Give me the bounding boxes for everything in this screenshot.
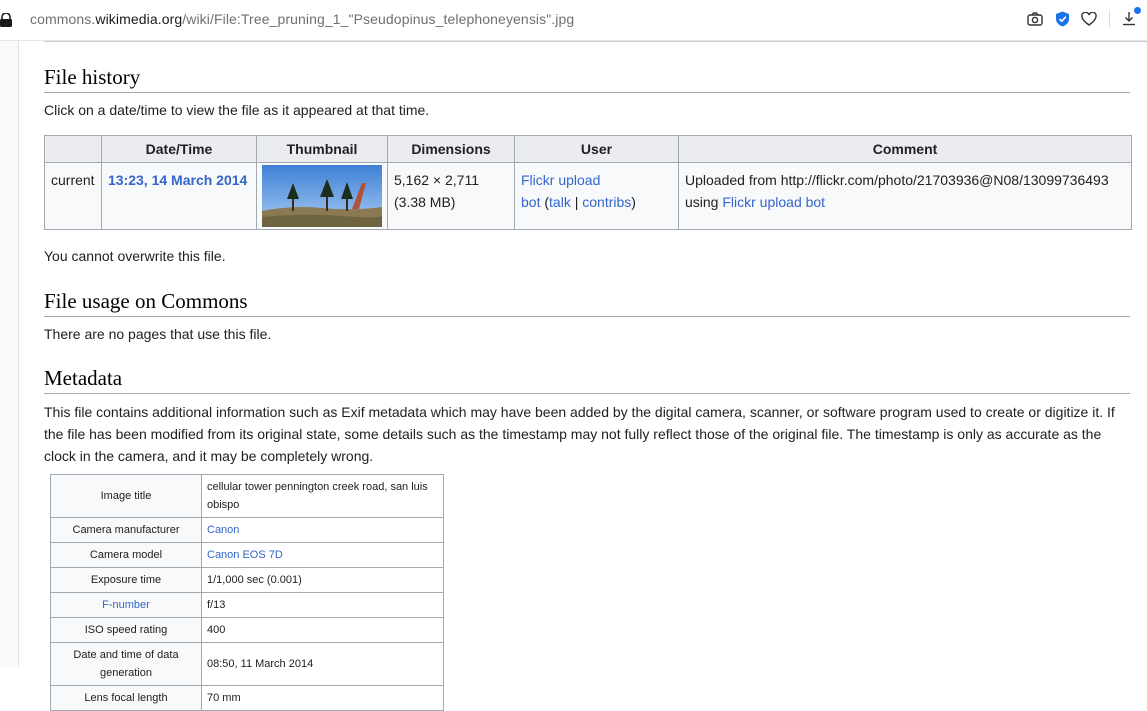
metadata-key: ISO speed rating <box>50 617 202 643</box>
file-history-heading: File history <box>44 65 1130 93</box>
col-header-status <box>44 135 102 163</box>
heart-icon[interactable] <box>1080 10 1098 28</box>
col-header-user: User <box>514 135 679 163</box>
filesize-value: (3.38 MB) <box>394 194 456 210</box>
dimensions-cell: 5,162 × 2,711 (3.38 MB) <box>387 162 515 230</box>
file-usage-text: There are no pages that use this file. <box>44 326 272 342</box>
metadata-value-link[interactable]: Canon <box>207 524 239 536</box>
metadata-value: f/13 <box>201 592 444 618</box>
col-header-dimensions: Dimensions <box>387 135 515 163</box>
datetime-cell: 13:23, 14 March 2014 <box>101 162 257 230</box>
metadata-value: Canon <box>201 517 444 543</box>
metadata-key: Lens focal length <box>50 685 202 711</box>
metadata-value: Canon EOS 7D <box>201 542 444 568</box>
table-row: current 13:23, 14 March 2014 5,162 × 2,7… <box>44 162 1132 230</box>
left-rail <box>0 41 19 667</box>
metadata-description: This file contains additional informatio… <box>44 404 1115 464</box>
metadata-key: Exposure time <box>50 567 202 593</box>
col-header-thumbnail: Thumbnail <box>256 135 388 163</box>
section-divider <box>44 41 1147 42</box>
comment-text: Uploaded from http://flickr.com/photo/21… <box>685 172 1109 188</box>
file-history-table: Date/Time Thumbnail Dimensions User Comm… <box>44 135 1132 230</box>
metadata-row: Camera model Canon EOS 7D <box>50 542 444 568</box>
metadata-key: F-number <box>50 592 202 618</box>
browser-address-bar[interactable]: commons.wikimedia.org/wiki/File:Tree_pru… <box>0 0 1147 41</box>
page-content: File history Click on a date/time to vie… <box>18 41 1147 711</box>
metadata-value: 1/1,000 sec (0.001) <box>201 567 444 593</box>
download-icon[interactable] <box>1121 7 1141 28</box>
comment-bot-link[interactable]: Flickr upload bot <box>722 194 825 210</box>
overwrite-note: You cannot overwrite this file. <box>44 248 226 264</box>
metadata-row: ISO speed rating 400 <box>50 617 444 643</box>
user-talk-link[interactable]: talk <box>549 194 571 210</box>
comment-using: using <box>685 194 719 210</box>
url-domain: wikimedia.org <box>95 11 183 27</box>
status-cell: current <box>44 162 102 230</box>
col-header-comment: Comment <box>678 135 1132 163</box>
user-link-bot[interactable]: bot <box>521 194 540 210</box>
metadata-value: 70 mm <box>201 685 444 711</box>
metadata-row: Exposure time 1/1,000 sec (0.001) <box>50 567 444 593</box>
metadata-key: Camera manufacturer <box>50 517 202 543</box>
metadata-key: Camera model <box>50 542 202 568</box>
metadata-heading: Metadata <box>44 366 1130 394</box>
thumbnail-cell <box>256 162 388 230</box>
col-header-datetime: Date/Time <box>101 135 257 163</box>
url-text[interactable]: commons.wikimedia.org/wiki/File:Tree_pru… <box>30 11 574 27</box>
metadata-row: Image title cellular tower pennington cr… <box>50 474 444 518</box>
metadata-value: 400 <box>201 617 444 643</box>
download-badge <box>1134 7 1141 14</box>
lock-icon <box>0 13 12 27</box>
url-prefix: commons. <box>30 11 96 27</box>
thumbnail-image[interactable] <box>262 165 382 227</box>
file-history-intro: Click on a date/time to view the file as… <box>44 102 430 118</box>
metadata-key: Image title <box>50 474 202 518</box>
metadata-value: 08:50, 11 March 2014 <box>201 642 444 686</box>
shield-icon[interactable] <box>1053 10 1071 28</box>
metadata-value-link[interactable]: Canon EOS 7D <box>207 549 283 561</box>
toolbar-separator <box>1109 10 1110 28</box>
user-contribs-link[interactable]: contribs <box>582 194 631 210</box>
camera-icon[interactable] <box>1026 10 1044 28</box>
table-header-row: Date/Time Thumbnail Dimensions User Comm… <box>44 135 1132 163</box>
user-cell: Flickr upload bot (talk | contribs) <box>514 162 679 230</box>
file-usage-heading: File usage on Commons <box>44 289 1130 317</box>
dimensions-value: 5,162 × 2,711 <box>394 172 479 188</box>
metadata-row: Date and time of data generation 08:50, … <box>50 642 444 686</box>
user-link[interactable]: Flickr upload <box>521 172 600 188</box>
metadata-key-link[interactable]: F-number <box>102 599 150 611</box>
metadata-table: Image title cellular tower pennington cr… <box>50 474 444 711</box>
metadata-row: Lens focal length 70 mm <box>50 685 444 711</box>
metadata-value: cellular tower pennington creek road, sa… <box>201 474 444 518</box>
metadata-key: Date and time of data generation <box>50 642 202 686</box>
metadata-row: Camera manufacturer Canon <box>50 517 444 543</box>
comment-cell: Uploaded from http://flickr.com/photo/21… <box>678 162 1132 230</box>
url-path: /wiki/File:Tree_pruning_1_"Pseudopinus_t… <box>182 11 575 27</box>
metadata-row: F-number f/13 <box>50 592 444 618</box>
datetime-link[interactable]: 13:23, 14 March 2014 <box>108 172 247 188</box>
